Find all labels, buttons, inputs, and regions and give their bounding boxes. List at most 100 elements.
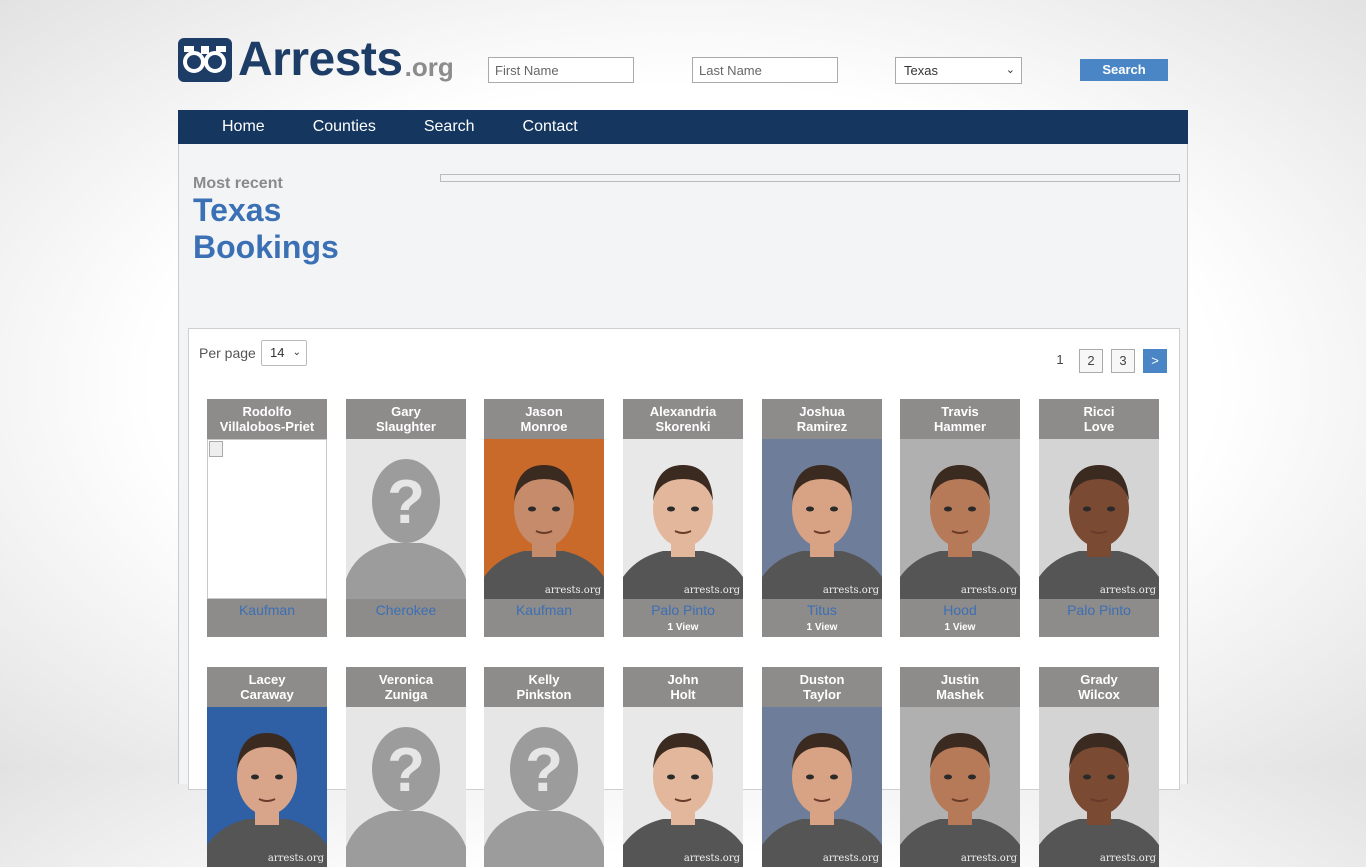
watermark: arrests.org [960,853,1017,864]
mugshot-photo[interactable]: arrests.org [623,439,743,599]
booking-name[interactable]: Joshua Ramirez [762,399,882,439]
booking-first-name: Jason [525,404,563,419]
booking-county-link[interactable]: Palo Pinto [623,599,743,621]
page-link-3[interactable]: 3 [1111,349,1135,373]
booking-card[interactable]: Justin Mashek arrests.org [900,667,1020,867]
booking-last-name: Love [1083,419,1115,434]
booking-name[interactable]: Grady Wilcox [1039,667,1159,707]
nav-contact[interactable]: Contact [523,118,578,136]
booking-view-count: 1 View [944,622,976,633]
booking-name[interactable]: Veronica Zuniga [346,667,466,707]
booking-first-name: Gary [391,404,421,419]
chevron-down-icon: ⌄ [1005,64,1015,76]
mugshot-photo[interactable]: arrests.org [900,439,1020,599]
booking-view-count [1039,621,1159,637]
search-button[interactable]: Search [1080,59,1168,81]
booking-name[interactable]: Justin Mashek [900,667,1020,707]
main-nav: Home Counties Search Contact [178,110,1188,144]
booking-county-link[interactable]: Hood [900,599,1020,621]
per-page-label: Per page [199,345,256,361]
booking-county-link[interactable]: Titus [762,599,882,621]
booking-first-name: John [667,672,699,687]
booking-county-link[interactable]: Palo Pinto [1039,599,1159,621]
booking-last-name: Slaughter [376,419,436,434]
booking-name[interactable]: Travis Hammer [900,399,1020,439]
site-logo[interactable]: Arrests .org [178,36,454,84]
booking-card[interactable]: Gary Slaughter? Cherokee [346,399,466,637]
booking-last-name: Caraway [240,687,294,702]
booking-first-name: Grady [1080,672,1118,687]
booking-last-name: Hammer [933,419,987,434]
broken-image-icon[interactable] [207,439,327,599]
mugshot-photo[interactable]: arrests.org [762,439,882,599]
mugshot-photo[interactable]: arrests.org [484,439,604,599]
booking-first-name: Rodolfo [242,404,292,419]
booking-name[interactable]: Gary Slaughter [346,399,466,439]
booking-last-name: Monroe [520,419,568,434]
watermark: arrests.org [1099,853,1156,864]
page-title-line1: Texas [193,192,282,228]
booking-card[interactable]: Duston Taylor arrests.org [762,667,882,867]
booking-card[interactable]: Joshua Ramirez arrests.org Titus 1 View [762,399,882,637]
page-title: Texas Bookings [193,192,393,266]
booking-first-name: Duston [799,672,845,687]
page-link-2[interactable]: 2 [1079,349,1103,373]
nav-search[interactable]: Search [424,118,475,136]
booking-first-name: Ricci [1083,404,1115,419]
handcuffs-logo-icon [178,38,232,82]
booking-name[interactable]: Kelly Pinkston [484,667,604,707]
mugshot-photo[interactable]: arrests.org [900,707,1020,867]
booking-card[interactable]: Ricci Love arrests.org Palo Pinto [1039,399,1159,637]
booking-card[interactable]: Rodolfo Villalobos-Priet Kaufman [207,399,327,637]
no-photo-silhouette-icon[interactable]: ? [346,439,466,599]
state-select[interactable]: Texas ⌄ [895,57,1022,84]
nav-home[interactable]: Home [222,118,265,136]
no-photo-silhouette-icon[interactable]: ? [346,707,466,867]
booking-first-name: Alexandria [649,404,717,419]
page-current: 1 [1056,352,1064,367]
logo-suffix: .org [404,52,454,82]
booking-card[interactable]: John Holt arrests.org [623,667,743,867]
first-name-input[interactable] [488,57,634,83]
booking-card[interactable]: Lacey Caraway arrests.org [207,667,327,867]
page-title-line2: Bookings [193,229,339,265]
watermark: arrests.org [683,585,740,596]
booking-card[interactable]: Alexandria Skorenki arrests.org Palo Pinto 1… [623,399,743,637]
watermark: arrests.org [822,585,879,596]
booking-county-link[interactable]: Kaufman [484,599,604,621]
booking-last-name: Villalobos-Priet [219,419,315,434]
no-photo-silhouette-icon[interactable]: ? [484,707,604,867]
booking-first-name: Lacey [248,672,286,687]
booking-county-link[interactable]: Kaufman [207,599,327,621]
booking-last-name: Mashek [936,687,984,702]
booking-name[interactable]: Lacey Caraway [207,667,327,707]
nav-counties[interactable]: Counties [313,118,376,136]
watermark: arrests.org [544,585,601,596]
booking-name[interactable]: Rodolfo Villalobos-Priet [207,399,327,439]
mugshot-photo[interactable]: arrests.org [1039,439,1159,599]
last-name-input[interactable] [692,57,838,83]
booking-last-name: Wilcox [1078,687,1120,702]
booking-last-name: Zuniga [384,687,428,702]
mugshot-photo[interactable]: arrests.org [623,707,743,867]
booking-card[interactable]: Grady Wilcox arrests.org [1039,667,1159,867]
booking-name[interactable]: Duston Taylor [762,667,882,707]
booking-name[interactable]: Alexandria Skorenki [623,399,743,439]
mugshot-photo[interactable]: arrests.org [762,707,882,867]
booking-county-link[interactable]: Cherokee [346,599,466,621]
booking-first-name: Kelly [528,672,560,687]
mugshot-photo[interactable]: arrests.org [207,707,327,867]
booking-card[interactable]: Veronica Zuniga? [346,667,466,867]
mugshot-photo[interactable]: arrests.org [1039,707,1159,867]
booking-view-count [346,621,466,637]
next-page-button[interactable]: > [1143,349,1167,373]
booking-card[interactable]: Kelly Pinkston? [484,667,604,867]
booking-card[interactable]: Travis Hammer arrests.org Hood 1 View [900,399,1020,637]
per-page-select[interactable]: 14 ⌄ [261,340,307,366]
booking-name[interactable]: Jason Monroe [484,399,604,439]
booking-name[interactable]: John Holt [623,667,743,707]
watermark: arrests.org [960,585,1017,596]
booking-card[interactable]: Jason Monroe arrests.org Kaufman [484,399,604,637]
watermark: arrests.org [822,853,879,864]
booking-name[interactable]: Ricci Love [1039,399,1159,439]
